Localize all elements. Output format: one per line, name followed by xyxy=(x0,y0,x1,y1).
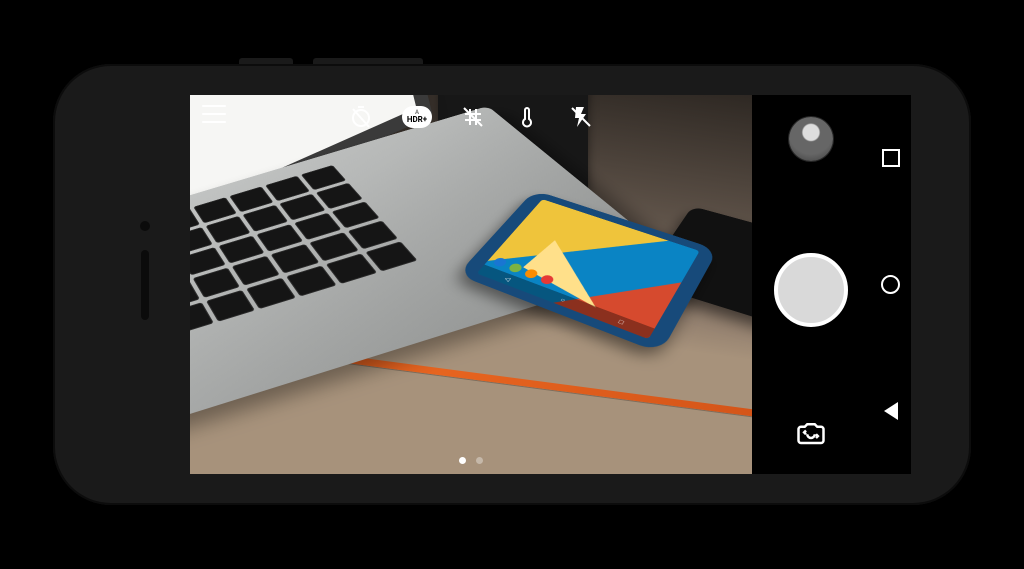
scene-laptop-keys xyxy=(190,165,418,360)
camera-top-toolbar: A HDR+ xyxy=(190,97,752,137)
stage: ◁○□ A HDR+ xyxy=(0,0,1024,569)
timer-off-icon[interactable] xyxy=(348,104,374,130)
switch-camera-icon xyxy=(796,418,826,448)
camera-viewfinder[interactable]: ◁○□ A HDR+ xyxy=(190,95,752,474)
camera-controls-panel xyxy=(752,95,870,474)
mode-indicator-dots[interactable] xyxy=(190,457,752,464)
device-earpiece xyxy=(141,250,149,320)
mode-dot xyxy=(459,457,466,464)
thermometer-icon[interactable] xyxy=(514,104,540,130)
grid-off-icon[interactable] xyxy=(460,104,486,130)
flash-off-icon[interactable] xyxy=(568,104,594,130)
recents-button[interactable] xyxy=(882,149,900,167)
switch-camera-button[interactable] xyxy=(796,418,826,452)
back-button[interactable] xyxy=(884,402,898,420)
hdr-auto-icon[interactable]: A HDR+ xyxy=(402,106,432,128)
screen: ◁○□ A HDR+ xyxy=(190,95,911,474)
device-button-bump xyxy=(313,58,423,64)
shutter-button[interactable] xyxy=(774,253,848,327)
last-photo-thumbnail[interactable] xyxy=(789,117,833,161)
device-frame: ◁○□ A HDR+ xyxy=(53,64,971,505)
hdr-auto-label: HDR+ xyxy=(407,116,427,124)
android-navbar xyxy=(870,95,911,474)
device-front-camera xyxy=(140,221,150,231)
home-button[interactable] xyxy=(881,275,900,294)
device-button-bump xyxy=(239,58,293,64)
mode-dot xyxy=(476,457,483,464)
